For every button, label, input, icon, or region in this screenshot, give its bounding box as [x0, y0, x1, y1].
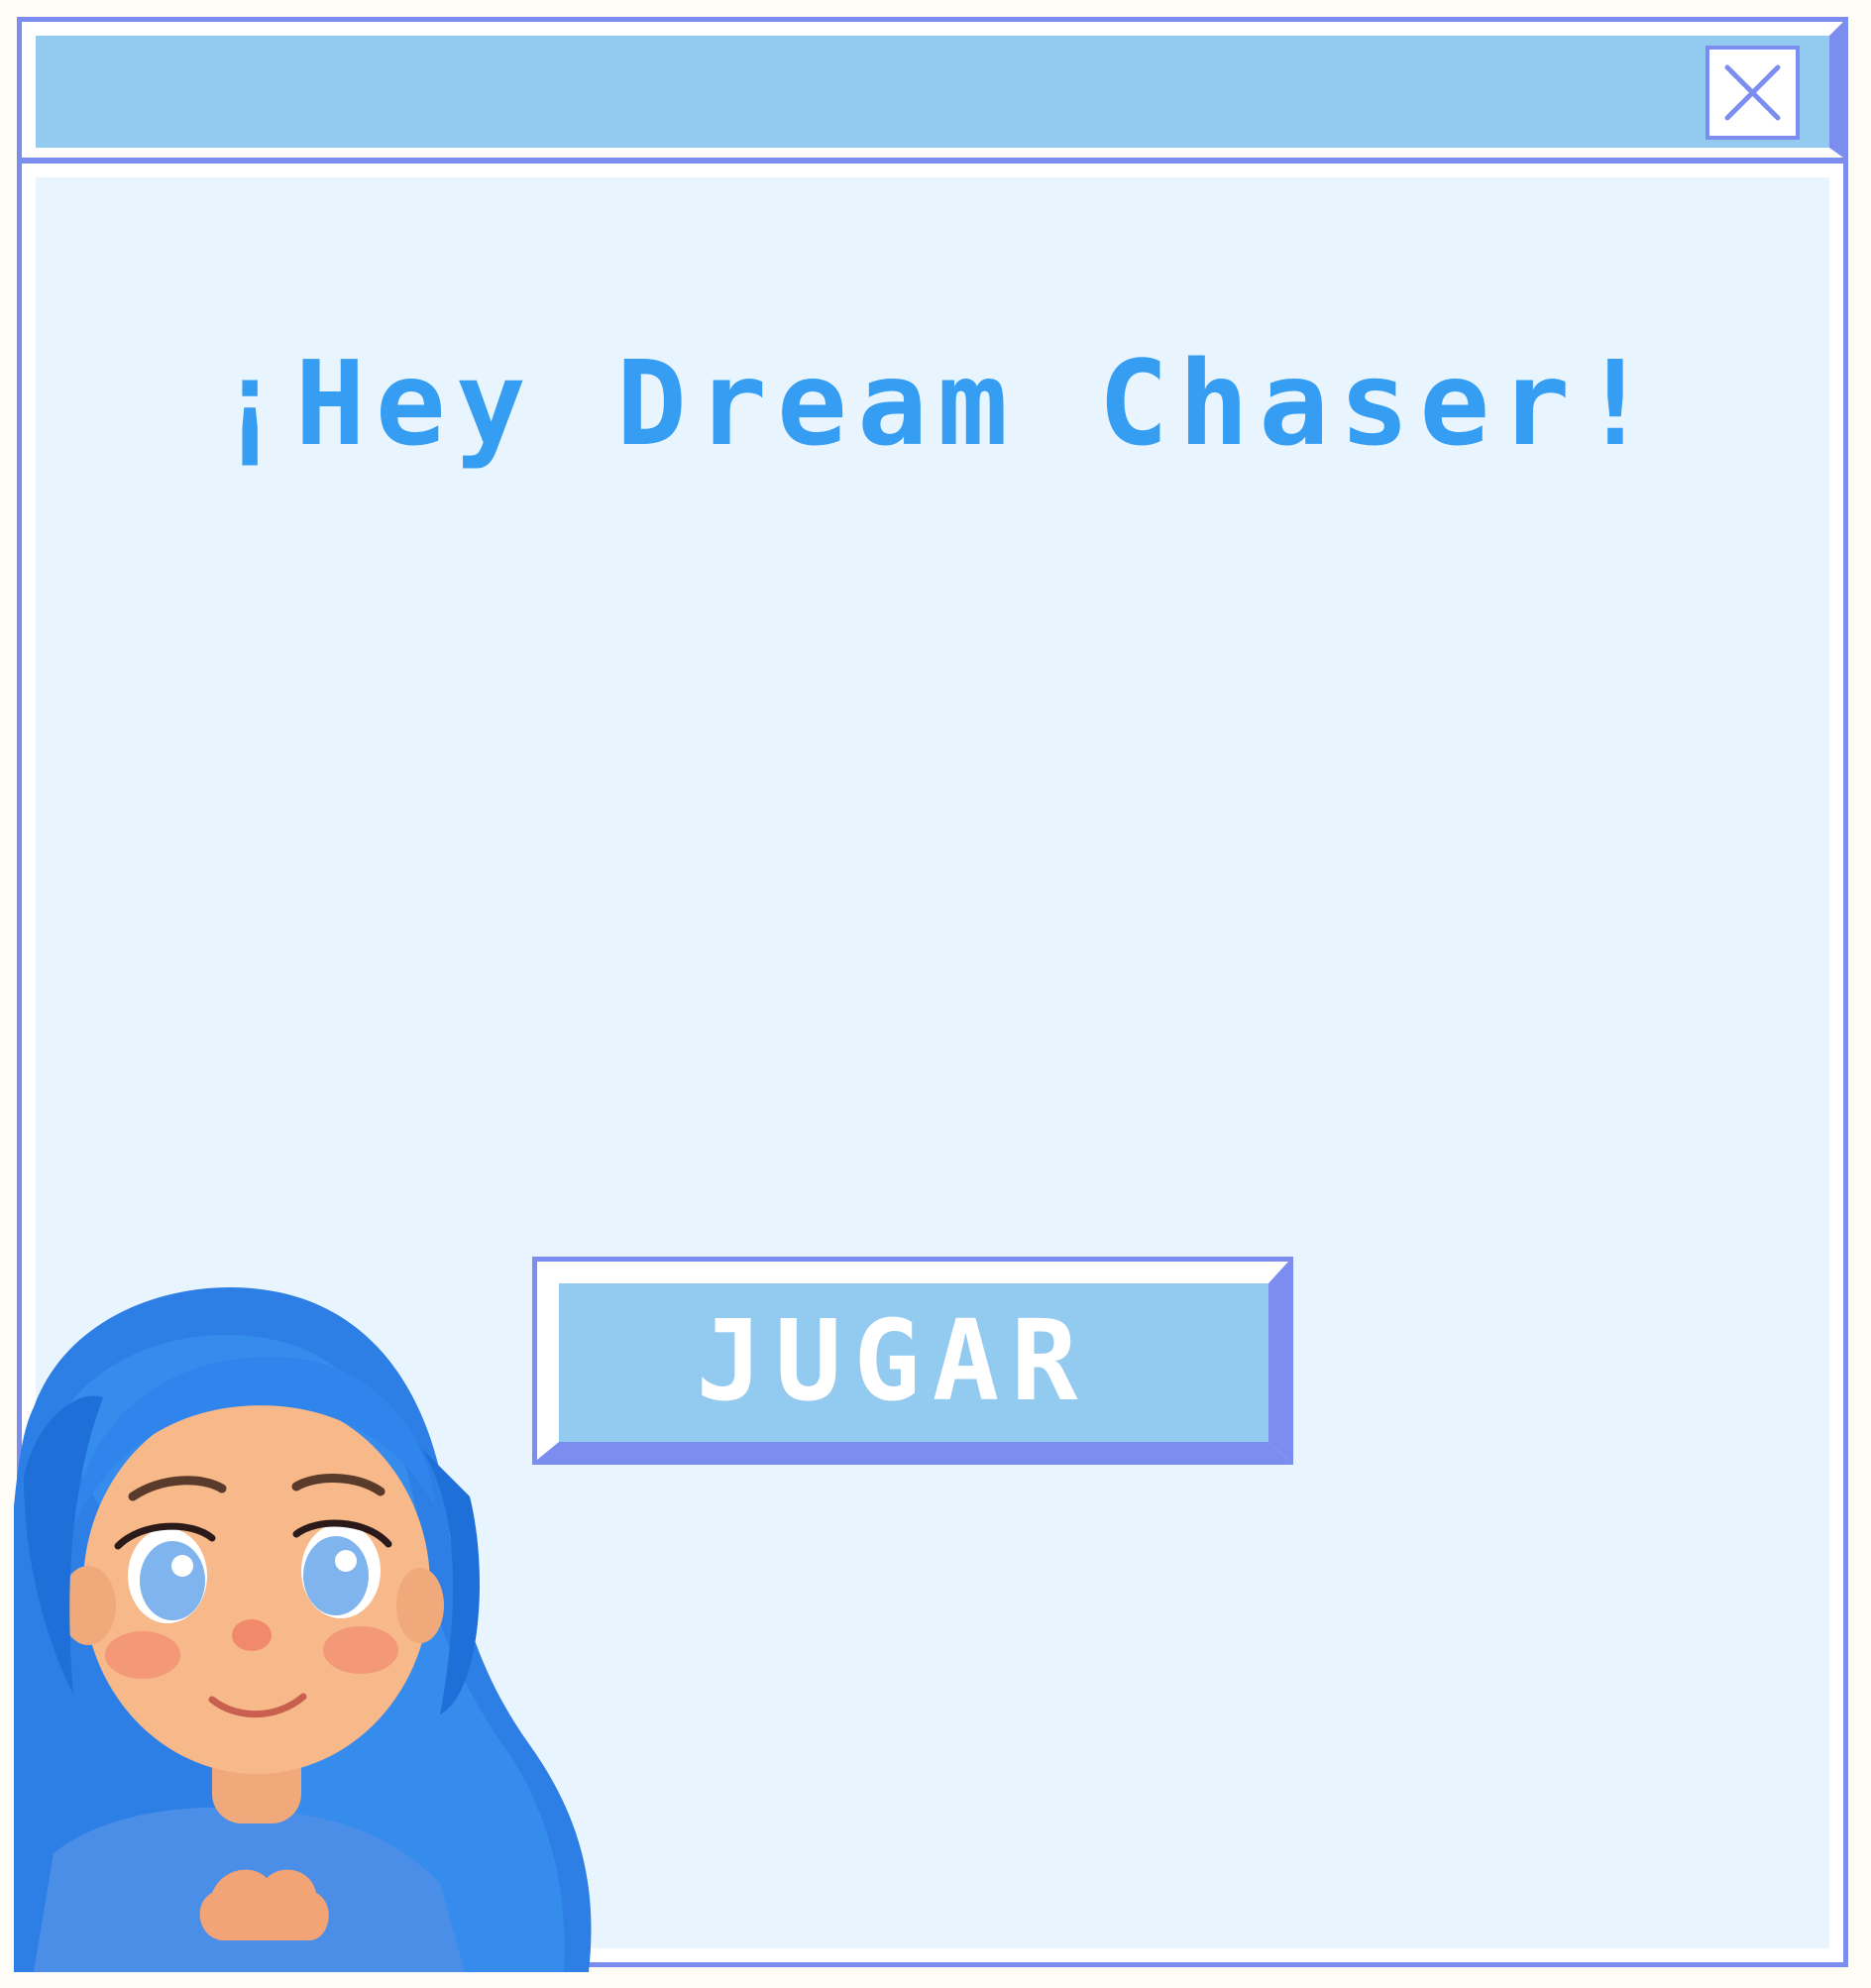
- page-title: ¡Hey Dream Chaser!: [214, 335, 1661, 472]
- close-icon: [1724, 64, 1781, 121]
- title-bar-fill: [36, 36, 1829, 148]
- close-button[interactable]: [1706, 46, 1800, 140]
- blue-haired-girl-avatar: [14, 1287, 592, 1972]
- play-button[interactable]: JUGAR: [532, 1257, 1293, 1465]
- play-button-label: JUGAR: [696, 1297, 1090, 1426]
- play-button-shade-bottom: [537, 1442, 1288, 1460]
- title-bar[interactable]: [22, 22, 1843, 164]
- play-button-shade-right: [1268, 1262, 1288, 1460]
